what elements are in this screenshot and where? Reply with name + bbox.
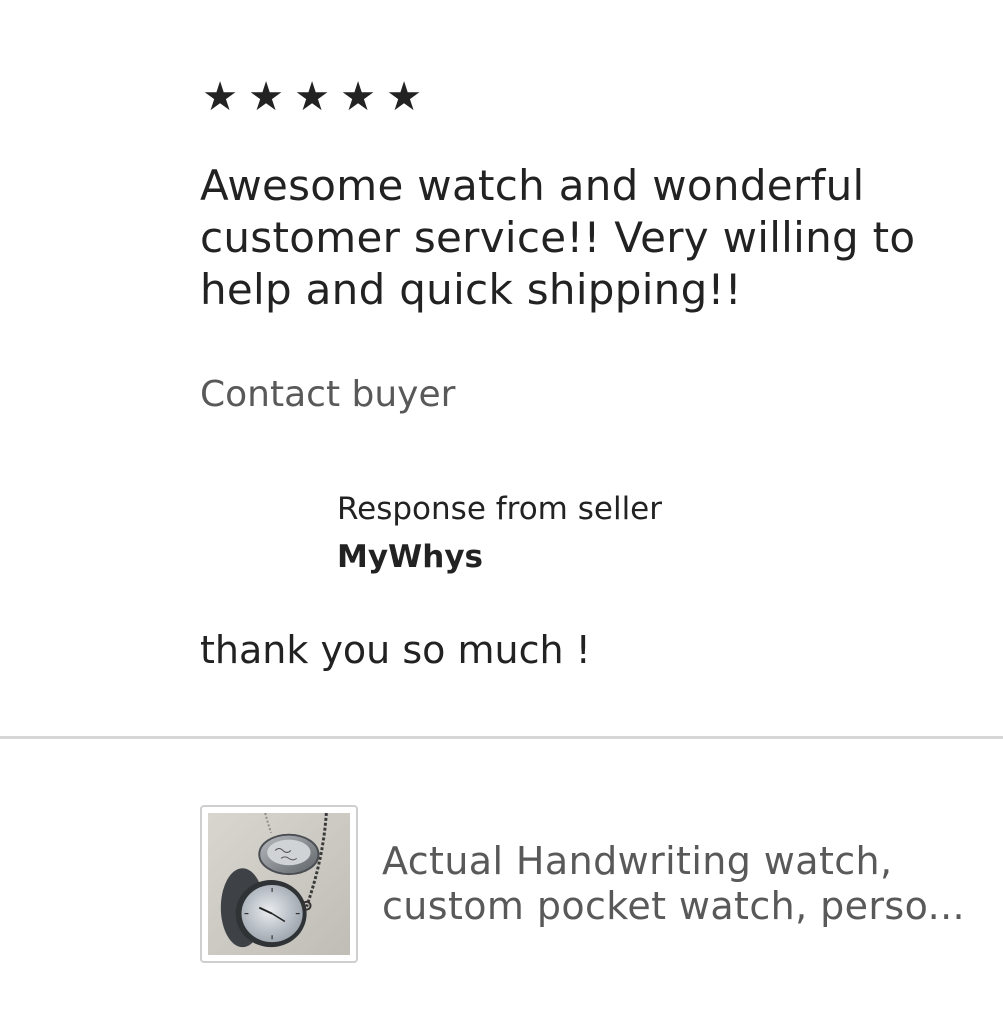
listing-thumbnail[interactable] (200, 804, 358, 963)
listing-title[interactable]: Actual Handwriting watch, custom pocket … (382, 839, 972, 929)
seller-response-header: Response from seller MyWhys (337, 488, 662, 578)
response-label: Response from seller (337, 491, 663, 527)
seller-reply-text: thank you so much ! (200, 628, 591, 672)
seller-name: MyWhys (337, 539, 483, 575)
divider (0, 736, 1003, 739)
contact-buyer-link[interactable]: Contact buyer (200, 372, 455, 418)
star-rating: ★ ★ ★ ★ ★ (200, 73, 424, 121)
star-icon: ★ (340, 74, 376, 120)
star-icon: ★ (248, 74, 284, 120)
pocket-watch-image (208, 812, 350, 955)
star-icon: ★ (386, 74, 422, 120)
previous-review-name-fragment (200, 0, 430, 8)
review-text: Awesome watch and wonderful customer ser… (200, 161, 916, 314)
listing-card[interactable]: Actual Handwriting watch, custom pocket … (200, 802, 990, 965)
star-icon: ★ (294, 74, 330, 120)
star-icon: ★ (202, 74, 238, 120)
